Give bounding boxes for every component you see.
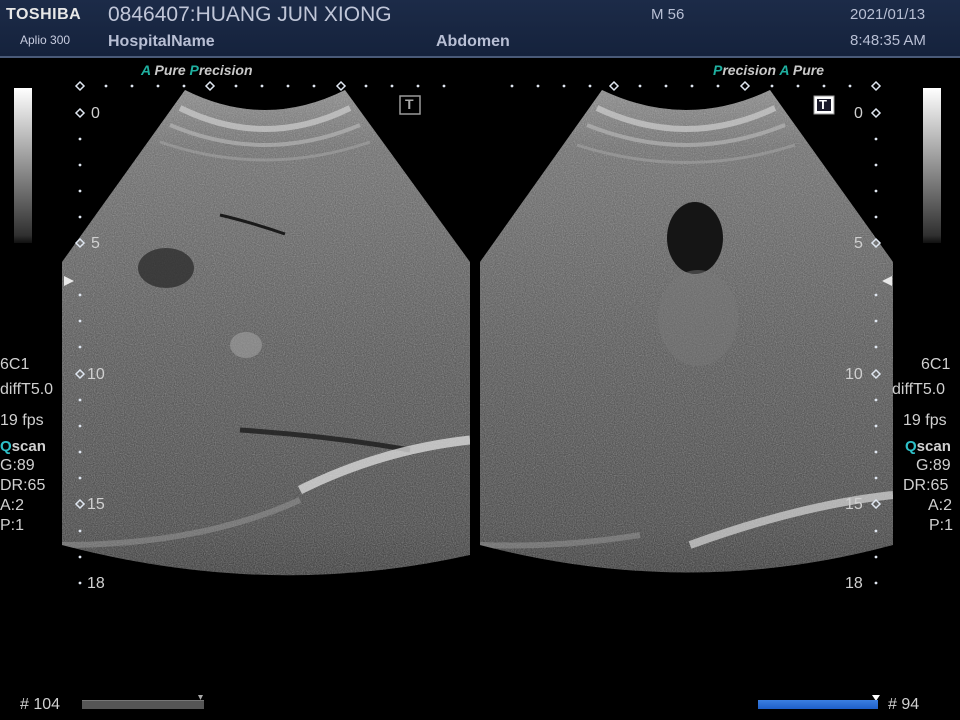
left-depth-15: 15: [87, 496, 105, 513]
left-depth-10: 10: [87, 366, 105, 383]
right-dynamic-range: DR:65: [903, 477, 949, 494]
left-p-value: P:1: [0, 517, 25, 534]
right-mode: diffT5.0: [892, 381, 946, 398]
left-mode: diffT5.0: [0, 381, 54, 398]
left-qscan: Qscan: [0, 438, 46, 455]
right-fps: 19 fps: [903, 412, 947, 429]
left-gain: G:89: [0, 457, 35, 474]
left-depth-5: 5: [91, 235, 100, 252]
left-body-marker-label: T: [405, 96, 414, 112]
left-gray-scale-bar: [14, 88, 32, 243]
right-pure-precision-label: Precision A Pure: [713, 62, 825, 78]
right-depth-0: 0: [854, 105, 863, 122]
left-sector-image: [62, 90, 470, 576]
left-depth-18: 18: [87, 575, 105, 592]
right-body-marker-label: T: [819, 97, 827, 112]
right-depth-18: 18: [845, 575, 863, 592]
right-gain: G:89: [916, 457, 951, 474]
right-qscan: Qscan: [905, 438, 951, 455]
left-depth-0: 0: [91, 105, 100, 122]
right-gray-scale-bar: [923, 88, 941, 243]
right-depth-10: 10: [845, 366, 863, 383]
left-cine-bar[interactable]: [82, 700, 204, 709]
left-frame-counter: # 104: [20, 696, 61, 713]
left-probe: 6C1: [0, 356, 30, 373]
right-depth-15: 15: [845, 496, 863, 513]
right-cine-bar[interactable]: [758, 700, 878, 709]
left-fps: 19 fps: [0, 412, 44, 429]
right-probe: 6C1: [921, 356, 951, 373]
right-a-value: A:2: [928, 497, 953, 514]
left-pure-precision-label: A Pure Precision: [141, 62, 253, 78]
right-p-value: P:1: [929, 517, 954, 534]
ultrasound-images: [62, 80, 893, 585]
right-frame-counter: # 94: [888, 696, 920, 713]
left-dynamic-range: DR:65: [0, 477, 46, 494]
right-sector-image: [480, 90, 893, 573]
left-a-value: A:2: [0, 497, 25, 514]
right-depth-5: 5: [854, 235, 863, 252]
